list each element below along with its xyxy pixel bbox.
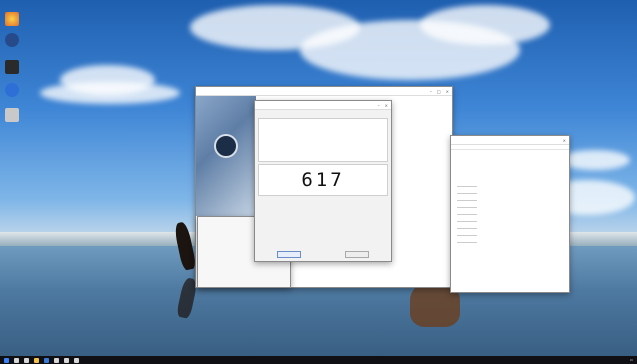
dialog-fields [255,110,391,116]
dialog-titlebar[interactable]: – × [255,101,391,110]
file-explorer-icon[interactable] [34,357,39,363]
minimize-icon[interactable]: – [430,89,432,94]
system-tray: ▭ [624,358,633,362]
front-dialog[interactable]: – × 617 [254,100,392,262]
edge-icon[interactable] [5,83,19,97]
recycle-bin-icon[interactable] [5,12,19,26]
number-display: 617 [258,164,388,196]
cloud [420,5,550,45]
right-window-toolbar [451,145,569,150]
minimize-icon[interactable]: – [378,103,380,108]
right-window[interactable]: × [450,135,570,293]
app-icon[interactable] [74,357,79,363]
cloud [40,82,180,104]
back-window-titlebar[interactable]: – □ × [196,87,452,96]
browser-icon[interactable] [44,357,49,363]
preview-ball [214,134,238,158]
dialog-link[interactable] [259,119,387,123]
close-icon[interactable]: × [385,103,388,108]
preview-image [196,96,256,216]
dialog-text-area[interactable] [258,118,388,162]
help-icon[interactable] [5,33,19,47]
maximize-icon[interactable]: □ [437,89,441,94]
start-icon[interactable] [4,357,9,363]
dialog-button-primary[interactable] [277,251,301,258]
task-view-icon[interactable] [24,357,29,363]
taskbar: ▭ [0,356,637,364]
notification-icon[interactable]: ▭ [630,358,633,362]
big-number: 617 [301,169,345,191]
close-icon[interactable]: × [446,89,449,94]
tree-pane [396,107,448,217]
dialog-description [255,198,391,202]
dialog-button-secondary[interactable] [345,251,369,258]
terminal-icon[interactable] [5,60,19,74]
search-icon[interactable] [14,357,19,363]
right-window-titlebar[interactable]: × [451,136,569,145]
file-list [457,186,477,246]
cloud [560,150,630,170]
app-icon[interactable] [54,357,59,363]
dialog-buttons [255,251,391,258]
close-icon[interactable]: × [563,138,566,143]
app-icon[interactable] [64,357,69,363]
settings-icon[interactable] [5,108,19,122]
